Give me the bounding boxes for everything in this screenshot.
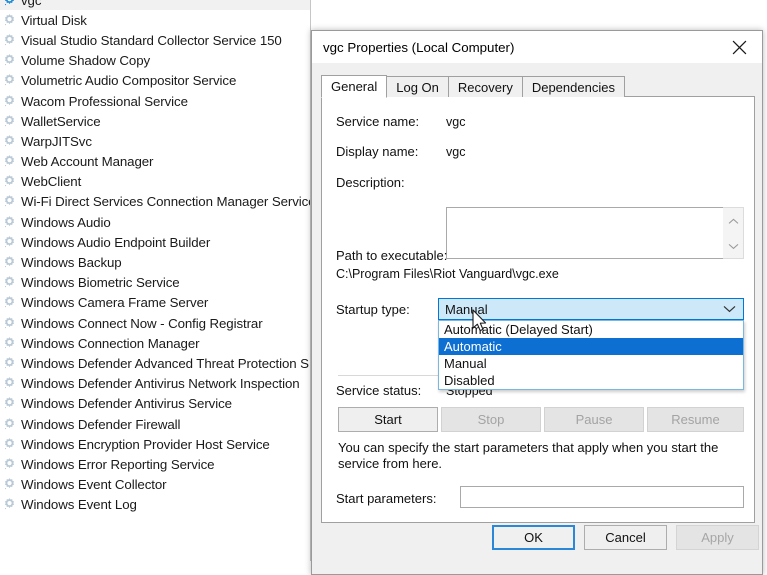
cancel-button[interactable]: Cancel bbox=[584, 525, 667, 550]
tab-strip-filler bbox=[623, 76, 755, 97]
service-name: Windows Audio Endpoint Builder bbox=[21, 234, 211, 250]
display-name-value: vgc bbox=[446, 145, 466, 159]
gear-icon bbox=[2, 174, 17, 189]
gear-icon bbox=[2, 356, 17, 371]
gear-icon bbox=[2, 275, 17, 290]
startup-type-option[interactable]: Manual bbox=[439, 355, 743, 372]
start-parameters-hint: You can specify the start parameters tha… bbox=[338, 440, 719, 471]
tab-recovery[interactable]: Recovery bbox=[447, 76, 523, 97]
service-name: WalletService bbox=[21, 113, 101, 129]
gear-icon bbox=[2, 396, 17, 411]
service-name: Windows Event Log bbox=[21, 497, 137, 513]
gear-icon bbox=[2, 336, 17, 351]
tab-dependencies[interactable]: Dependencies bbox=[521, 76, 625, 97]
startup-type-selected-value: Manual bbox=[445, 301, 488, 317]
startup-type-option[interactable]: Disabled bbox=[439, 372, 743, 389]
service-name: vgc bbox=[21, 0, 42, 8]
gear-icon bbox=[2, 437, 17, 452]
gear-icon bbox=[2, 114, 17, 129]
dialog-titlebar[interactable]: vgc Properties (Local Computer) bbox=[312, 31, 762, 63]
startup-type-label: Startup type: bbox=[336, 302, 410, 317]
gear-icon bbox=[2, 215, 17, 230]
service-name: Windows Connection Manager bbox=[21, 335, 200, 351]
chevron-down-icon[interactable] bbox=[723, 305, 736, 313]
resume-button: Resume bbox=[647, 407, 744, 432]
gear-icon bbox=[2, 53, 17, 68]
service-name: Windows Defender Advanced Threat Protect… bbox=[21, 355, 309, 371]
service-name: Windows Connect Now - Config Registrar bbox=[21, 315, 263, 331]
service-name: Windows Encryption Provider Host Service bbox=[21, 436, 270, 452]
service-name: Wi-Fi Direct Services Connection Manager… bbox=[21, 194, 316, 210]
service-name: Windows Defender Firewall bbox=[21, 416, 181, 432]
start-parameters-input[interactable] bbox=[460, 486, 744, 508]
service-name-value: vgc bbox=[446, 115, 466, 129]
tab-page-general: Service name: vgc Display name: vgc Desc… bbox=[321, 97, 755, 523]
service-name: Web Account Manager bbox=[21, 154, 154, 170]
display-name-label: Display name: bbox=[336, 144, 419, 159]
gear-icon bbox=[2, 134, 17, 149]
gear-icon bbox=[2, 457, 17, 472]
service-name: Visual Studio Standard Collector Service… bbox=[21, 32, 282, 48]
service-name-label: Service name: bbox=[336, 114, 420, 129]
description-label: Description: bbox=[336, 175, 405, 190]
gear-icon bbox=[2, 497, 17, 512]
startup-type-dropdown-list[interactable]: Automatic (Delayed Start) Automatic Manual… bbox=[438, 320, 744, 390]
service-name: WebClient bbox=[21, 174, 82, 190]
gear-icon bbox=[2, 194, 17, 209]
gear-icon bbox=[2, 94, 17, 109]
stop-button: Stop bbox=[441, 407, 541, 432]
service-name: Volume Shadow Copy bbox=[21, 53, 151, 69]
startup-type-combobox-field[interactable]: Manual bbox=[438, 298, 744, 320]
path-to-executable-label: Path to executable: bbox=[336, 248, 448, 263]
gear-icon bbox=[2, 477, 17, 492]
ok-button[interactable]: OK bbox=[492, 525, 575, 550]
startup-type-option[interactable]: Automatic bbox=[439, 338, 743, 355]
pause-button: Pause bbox=[544, 407, 644, 432]
chevron-down-icon[interactable] bbox=[728, 239, 739, 253]
gear-icon bbox=[2, 295, 17, 310]
service-name: Windows Error Reporting Service bbox=[21, 456, 215, 472]
tab-strip[interactable]: General Log On Recovery Dependencies bbox=[321, 75, 755, 98]
chevron-up-icon[interactable] bbox=[728, 214, 739, 228]
service-name: Volumetric Audio Compositor Service bbox=[21, 73, 237, 89]
service-properties-dialog: vgc Properties (Local Computer) General L… bbox=[311, 30, 763, 575]
gear-icon bbox=[2, 154, 17, 169]
gear-icon bbox=[2, 255, 17, 270]
close-icon[interactable] bbox=[717, 31, 762, 63]
gear-icon bbox=[2, 73, 17, 88]
service-name: Windows Backup bbox=[21, 255, 122, 271]
gear-icon bbox=[2, 13, 17, 28]
service-name: Windows Camera Frame Server bbox=[21, 295, 209, 311]
tab-log-on[interactable]: Log On bbox=[386, 76, 449, 97]
service-name: Windows Audio bbox=[21, 214, 111, 230]
path-to-executable-value: C:\Program Files\Riot Vanguard\vgc.exe bbox=[336, 267, 559, 281]
service-status-label: Service status: bbox=[336, 383, 422, 398]
startup-type-option[interactable]: Automatic (Delayed Start) bbox=[439, 321, 743, 338]
gear-icon bbox=[2, 417, 17, 432]
service-name: Windows Event Collector bbox=[21, 477, 167, 493]
service-name: Windows Defender Antivirus Network Inspe… bbox=[21, 376, 300, 392]
service-name: WarpJITSvc bbox=[21, 133, 92, 149]
service-name: Virtual Disk bbox=[21, 12, 87, 28]
gear-icon bbox=[2, 33, 17, 48]
start-button[interactable]: Start bbox=[338, 407, 438, 432]
gear-icon bbox=[2, 316, 17, 331]
service-name: Windows Biometric Service bbox=[21, 275, 180, 291]
gear-icon bbox=[2, 0, 17, 8]
start-parameters-label: Start parameters: bbox=[336, 491, 437, 506]
dialog-title: vgc Properties (Local Computer) bbox=[323, 39, 515, 55]
description-scroll-spinner[interactable] bbox=[723, 207, 744, 259]
gear-icon bbox=[2, 376, 17, 391]
apply-button: Apply bbox=[676, 525, 759, 550]
startup-type-combobox[interactable]: Manual Automatic (Delayed Start) Automati… bbox=[438, 298, 744, 390]
gear-icon bbox=[2, 235, 17, 250]
service-name: Wacom Professional Service bbox=[21, 93, 188, 109]
description-textarea[interactable] bbox=[446, 207, 744, 259]
tab-general[interactable]: General bbox=[321, 75, 388, 98]
service-name: Windows Defender Antivirus Service bbox=[21, 396, 232, 412]
